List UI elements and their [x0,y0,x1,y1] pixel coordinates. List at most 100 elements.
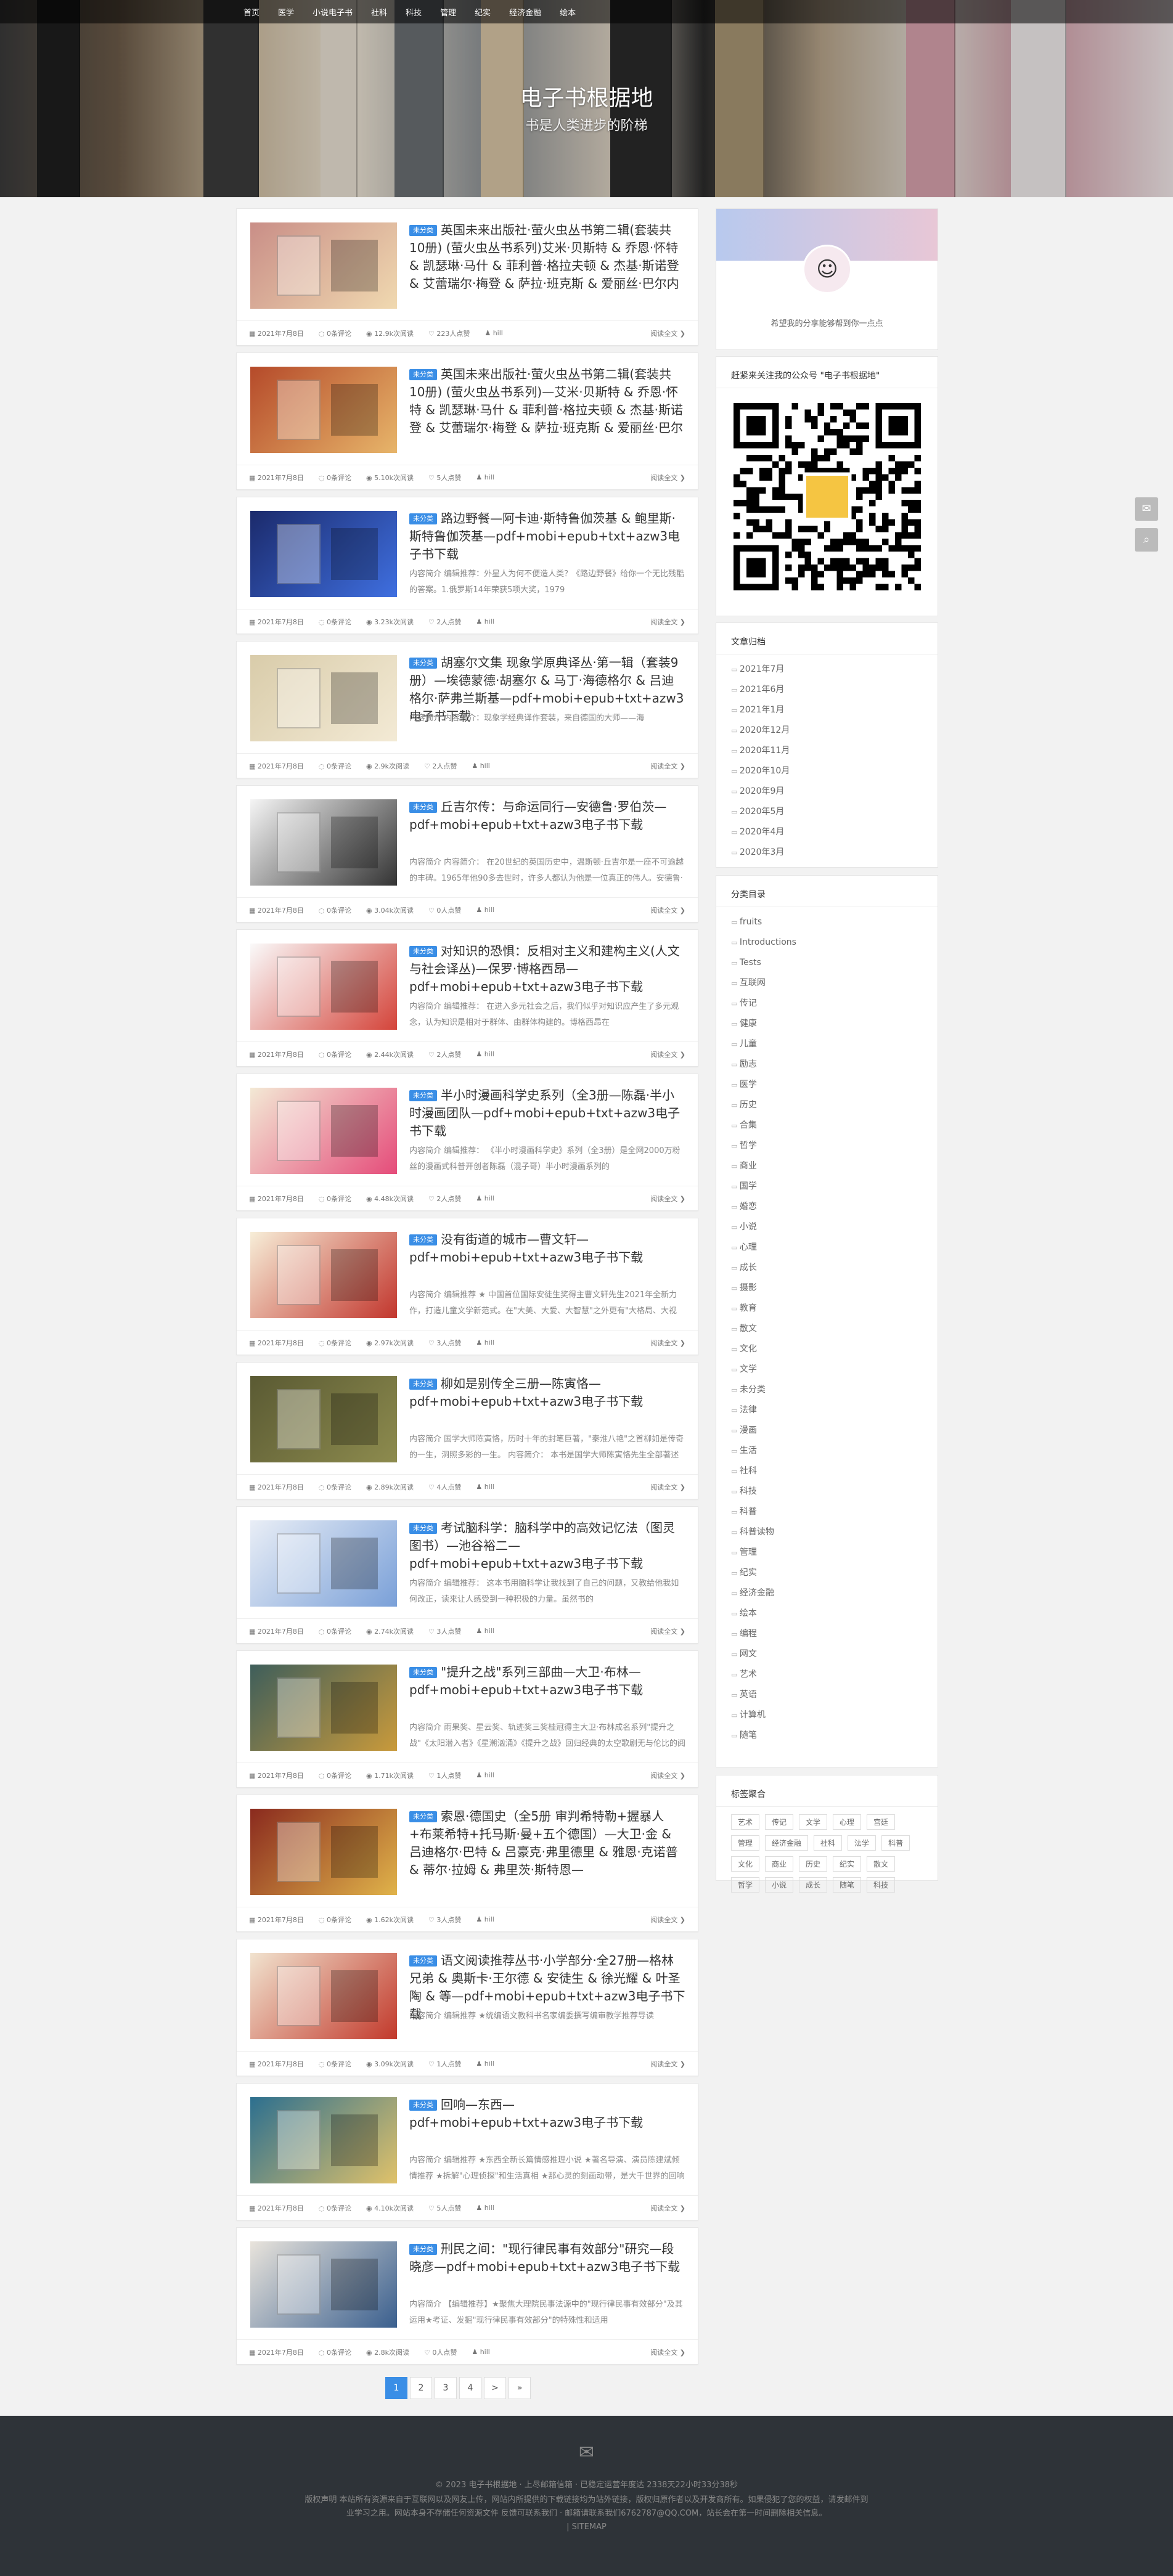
tag-chip[interactable]: 经济金融 [765,1835,809,1851]
category-item[interactable]: 经济金融 [731,1583,923,1604]
page-button[interactable]: 4 [459,2377,481,2399]
post-thumbnail[interactable] [250,367,397,453]
read-more-link[interactable]: 阅读全文 ❯ [650,1915,685,1925]
category-item[interactable]: 社科 [731,1461,923,1482]
archive-item[interactable]: 2020年4月 [731,822,923,842]
author-meta[interactable]: ♟ hill [476,1339,494,1347]
category-item[interactable]: 历史 [731,1095,923,1115]
tag-chip[interactable]: 小说 [765,1877,794,1893]
author-meta[interactable]: ♟ hill [476,618,494,626]
category-item[interactable]: 科技 [731,1482,923,1502]
comments-meta[interactable]: ◌ 0条评论 [319,2347,351,2357]
read-more-link[interactable]: 阅读全文 ❯ [650,2059,685,2069]
post-title-text[interactable]: "提升之战"系列三部曲—大卫·布林—pdf+mobi+epub+txt+azw3… [409,1665,643,1697]
post-title-text[interactable]: 柳如是别传全三册—陈寅恪—pdf+mobi+epub+txt+azw3电子书下载 [409,1376,643,1409]
comments-meta[interactable]: ◌ 0条评论 [319,1194,351,1204]
post-title-text[interactable]: 没有街道的城市—曹文轩—pdf+mobi+epub+txt+azw3电子书下载 [409,1232,643,1265]
nav-item[interactable]: 科技 [406,6,422,18]
read-more-link[interactable]: 阅读全文 ❯ [650,617,685,627]
category-item[interactable]: 编程 [731,1624,923,1644]
tag-chip[interactable]: 科普 [881,1835,910,1851]
archive-item[interactable]: 2020年3月 [731,842,923,863]
page-button[interactable]: » [509,2377,531,2399]
tag-chip[interactable]: 成长 [799,1877,828,1893]
tag-chip[interactable]: 随笔 [833,1877,862,1893]
category-item[interactable]: 心理 [731,1237,923,1258]
category-badge[interactable]: 未分类 [409,225,437,236]
post-title-text[interactable]: 英国未来出版社·萤火虫丛书第二辑(套装共10册) (萤火虫丛书系列)艾米·贝斯特… [409,222,679,293]
comments-meta[interactable]: ◌ 0条评论 [319,761,351,771]
comments-meta[interactable]: ◌ 0条评论 [319,617,351,627]
read-more-link[interactable]: 阅读全文 ❯ [650,905,685,915]
category-item[interactable]: 合集 [731,1115,923,1136]
comments-meta[interactable]: ◌ 0条评论 [319,1915,351,1925]
category-badge[interactable]: 未分类 [409,658,437,669]
category-badge[interactable]: 未分类 [409,1811,437,1822]
author-meta[interactable]: ♟ hill [476,906,494,914]
comments-meta[interactable]: ◌ 0条评论 [319,473,351,483]
comments-meta[interactable]: ◌ 0条评论 [319,2059,351,2069]
category-item[interactable]: 商业 [731,1156,923,1176]
nav-item[interactable]: 医学 [278,6,294,18]
comments-meta[interactable]: ◌ 0条评论 [319,2203,351,2213]
category-item[interactable]: Tests [731,953,923,973]
author-meta[interactable]: ♟ hill [476,1483,494,1491]
category-badge[interactable]: 未分类 [409,2244,437,2255]
nav-item[interactable]: 首页 [243,6,260,18]
category-item[interactable]: 教育 [731,1298,923,1319]
category-item[interactable]: 纪实 [731,1563,923,1583]
post-thumbnail[interactable] [250,511,397,597]
post-title-text[interactable]: 回响—东西—pdf+mobi+epub+txt+azw3电子书下载 [409,2097,643,2130]
category-item[interactable]: 摄影 [731,1278,923,1298]
mail-icon[interactable]: ✉ [0,2442,1173,2463]
category-item[interactable]: 随笔 [731,1726,923,1746]
comments-meta[interactable]: ◌ 0条评论 [319,328,351,338]
category-item[interactable]: 绘本 [731,1604,923,1624]
category-item[interactable]: 哲学 [731,1136,923,1156]
search-float-icon[interactable]: ⌕ [1135,528,1158,552]
author-meta[interactable]: ♟ hill [476,1627,494,1635]
author-meta[interactable]: ♟ hill [476,2060,494,2068]
tag-chip[interactable]: 商业 [765,1856,794,1872]
category-badge[interactable]: 未分类 [409,1523,437,1534]
post-thumbnail[interactable] [250,1376,397,1462]
post-title[interactable]: 未分类 英国未来出版社·萤火虫丛书第二辑(套装共10册) (萤火虫丛书系列)艾米·… [409,221,685,293]
archive-item[interactable]: 2020年12月 [731,720,923,741]
category-item[interactable]: 健康 [731,1014,923,1034]
category-item[interactable]: 国学 [731,1176,923,1197]
read-more-link[interactable]: 阅读全文 ❯ [650,1482,685,1492]
post-title-text[interactable]: 英国未来出版社·萤火虫丛书第二辑(套装共10册) (萤火虫丛书系列)—艾米·贝斯… [409,367,683,437]
page-button[interactable]: > [484,2377,506,2399]
category-badge[interactable]: 未分类 [409,946,437,957]
category-badge[interactable]: 未分类 [409,369,437,380]
read-more-link[interactable]: 阅读全文 ❯ [650,1338,685,1348]
post-thumbnail[interactable] [250,2097,397,2183]
tag-chip[interactable]: 传记 [765,1814,794,1830]
category-badge[interactable]: 未分类 [409,802,437,813]
page-button[interactable]: 1 [385,2377,407,2399]
post-title-text[interactable]: 对知识的恐惧：反相对主义和建构主义(人文与社会译丛)—保罗·博格西昂—pdf+m… [409,944,680,994]
post-thumbnail[interactable] [250,2241,397,2328]
category-item[interactable]: 英语 [731,1685,923,1705]
post-title-text[interactable]: 丘吉尔传：与命运同行—安德鲁·罗伯茨—pdf+mobi+epub+txt+azw… [409,799,666,832]
nav-item[interactable]: 管理 [440,6,456,18]
read-more-link[interactable]: 阅读全文 ❯ [650,2347,685,2357]
category-item[interactable]: 传记 [731,993,923,1014]
comments-meta[interactable]: ◌ 0条评论 [319,905,351,915]
category-badge[interactable]: 未分类 [409,1234,437,1245]
author-meta[interactable]: ♟ hill [476,473,494,481]
archive-item[interactable]: 2020年5月 [731,802,923,822]
sitemap-link[interactable]: | SITEMAP [0,2521,1173,2533]
comments-meta[interactable]: ◌ 0条评论 [319,1050,351,1059]
tag-chip[interactable]: 心理 [833,1814,862,1830]
tag-chip[interactable]: 法学 [848,1835,877,1851]
tag-chip[interactable]: 纪实 [833,1856,862,1872]
category-item[interactable]: 科普读物 [731,1522,923,1543]
category-item[interactable]: 儿童 [731,1034,923,1054]
read-more-link[interactable]: 阅读全文 ❯ [650,761,685,771]
post-thumbnail[interactable] [250,1953,397,2039]
category-item[interactable]: 管理 [731,1543,923,1563]
read-more-link[interactable]: 阅读全文 ❯ [650,2203,685,2213]
category-item[interactable]: 生活 [731,1441,923,1461]
tag-chip[interactable]: 文学 [799,1814,828,1830]
